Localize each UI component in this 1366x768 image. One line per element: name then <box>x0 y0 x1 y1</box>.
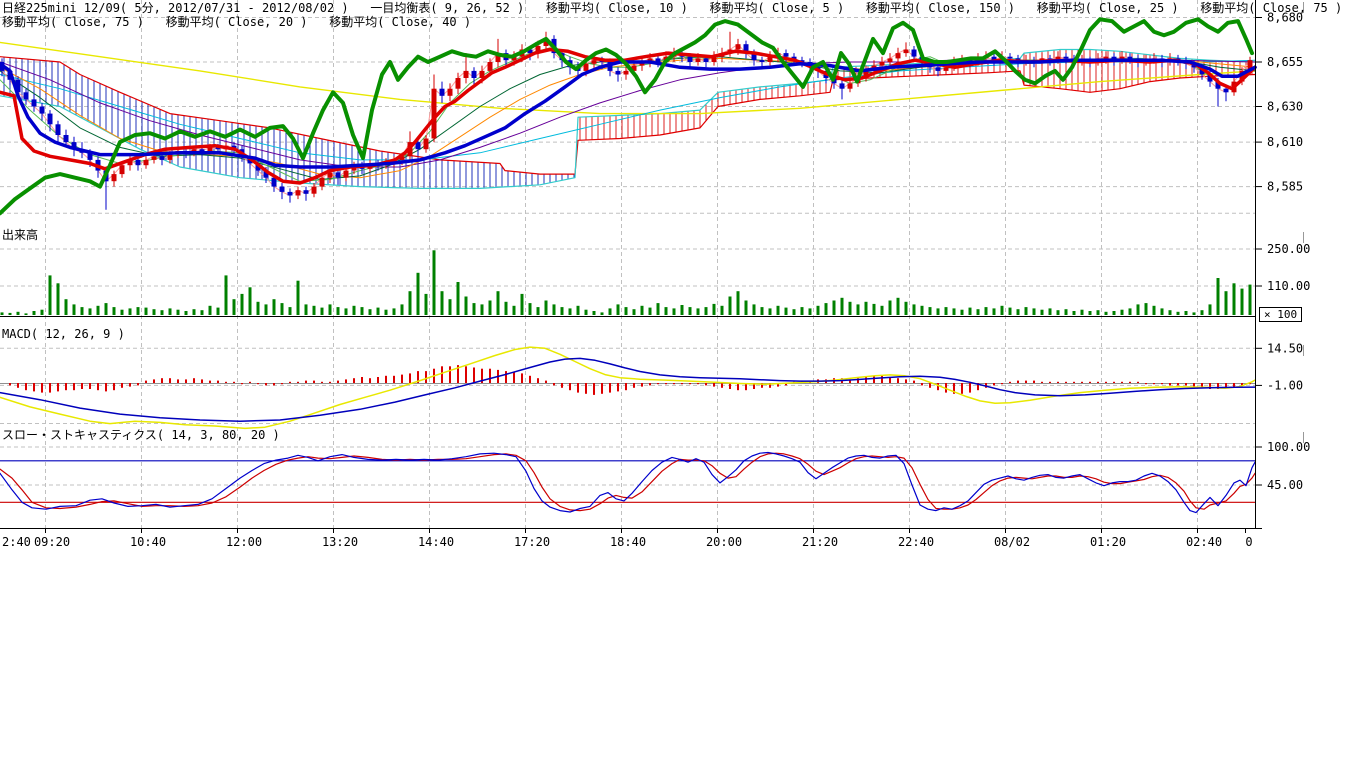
price-tick-label: 8,610 <box>1267 135 1303 149</box>
macd-tick-label: 14.50 <box>1267 341 1303 355</box>
time-axis-labels: 2:4009:20 10:40 12:00 13:20 14:40 17:20 18:40 2… <box>2 535 1253 549</box>
time-tick-label: 08/02 <box>994 535 1030 549</box>
time-tick-label: 14:40 <box>418 535 454 549</box>
volume-tick-label: 250.00 <box>1267 242 1310 256</box>
price-tick-label: 8,655 <box>1267 55 1303 69</box>
price-tick-label: 8,585 <box>1267 180 1303 194</box>
time-tick-label: 09:20 <box>34 535 70 549</box>
macd-panel-label: MACD( 12, 26, 9 ) <box>2 327 125 341</box>
price-axis-labels: 8,6808,6558,6308,6108,585250.00110.0014.… <box>1256 11 1310 493</box>
chart-title-legend: 日経225mini 12/09( 5分, 2012/07/31 - 2012/0… <box>2 1 1342 15</box>
chart-canvas: 8,6808,6558,6308,6108,585250.00110.0014.… <box>0 0 1366 560</box>
volume-panel-label: 出来高 <box>2 226 38 243</box>
chart-window: 8,6808,6558,6308,6108,585250.00110.0014.… <box>0 0 1366 768</box>
time-tick-label: 12:00 <box>226 535 262 549</box>
time-tick-label: 21:20 <box>802 535 838 549</box>
time-tick-label: 01:20 <box>1090 535 1126 549</box>
stoch-tick-label: 45.00 <box>1267 478 1303 492</box>
time-tick-label: 10:40 <box>130 535 166 549</box>
time-tick-label: 0 <box>1245 535 1252 549</box>
stoch-tick-label: 100.00 <box>1267 440 1310 454</box>
time-tick-label: 20:00 <box>706 535 742 549</box>
time-tick-label: 22:40 <box>898 535 934 549</box>
time-tick-label: 13:20 <box>322 535 358 549</box>
time-tick-label: 02:40 <box>1186 535 1222 549</box>
time-tick-label: 2:40 <box>2 535 31 549</box>
horizontal-gridlines <box>0 18 1255 486</box>
macd-line <box>0 347 1255 428</box>
volume-tick-label: 110.00 <box>1267 279 1310 293</box>
stoch-k-line <box>0 453 1255 513</box>
volume-multiplier-badge: × 100 <box>1259 307 1302 322</box>
price-tick-label: 8,630 <box>1267 100 1303 114</box>
macd-tick-label: -1.00 <box>1267 378 1303 392</box>
volume-bars <box>1 250 1252 315</box>
stoch-panel-label: スロー・ストキャスティクス( 14, 3, 80, 20 ) <box>2 426 280 443</box>
time-tick-label: 17:20 <box>514 535 550 549</box>
macd-signal-line <box>0 358 1255 421</box>
indicator-legend-line2: 移動平均( Close, 75 ) 移動平均( Close, 20 ) 移動平均… <box>2 15 471 29</box>
time-tick-label: 18:40 <box>610 535 646 549</box>
